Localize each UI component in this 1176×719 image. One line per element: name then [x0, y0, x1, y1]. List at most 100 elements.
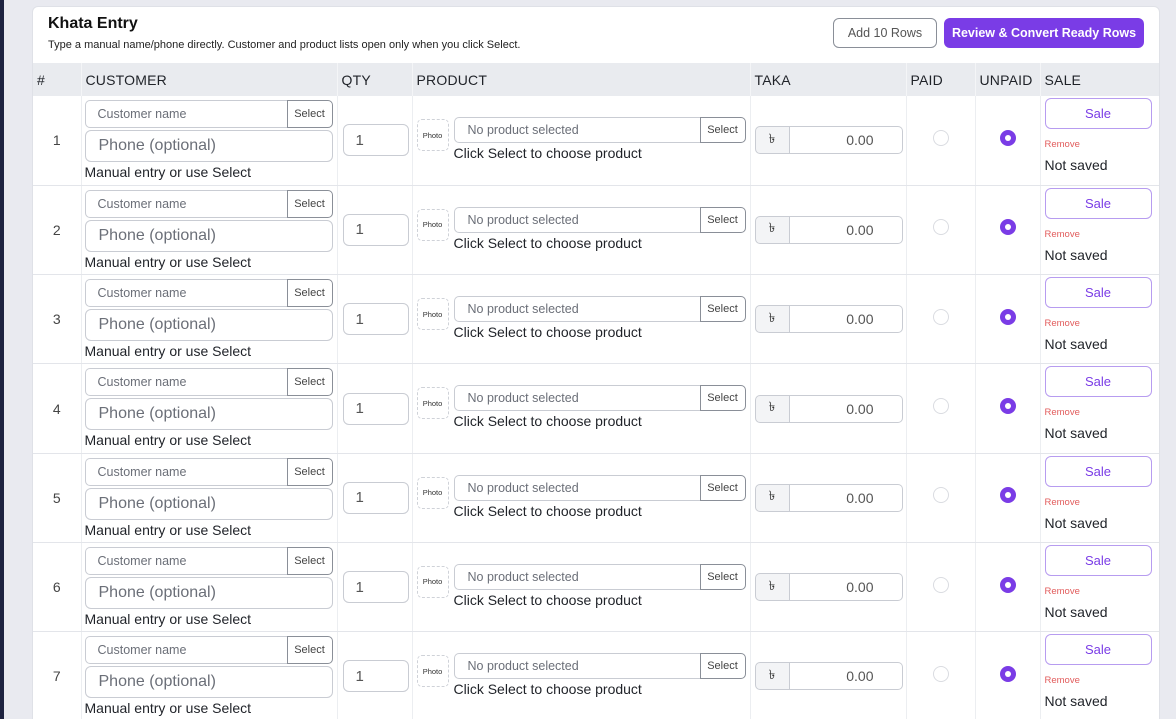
customer-name-input[interactable]: Customer name	[84, 189, 287, 218]
review-convert-button[interactable]: Review & Convert Ready Rows	[944, 18, 1144, 48]
taka-currency-icon: ৳	[754, 126, 790, 155]
customer-name-input[interactable]: Customer name	[84, 546, 287, 575]
taka-input[interactable]: 0.00	[789, 662, 903, 691]
qty-input[interactable]: 1	[342, 124, 409, 157]
table-row: 1 Customer name Select Phone (optional) …	[33, 96, 1159, 186]
product-input[interactable]: No product selected	[453, 296, 700, 323]
product-input[interactable]: No product selected	[453, 563, 700, 590]
customer-hint: Manual entry or use Select	[84, 343, 252, 360]
unpaid-radio[interactable]	[999, 487, 1016, 504]
row-number: 4	[33, 363, 82, 454]
customer-select-button[interactable]: Select	[286, 636, 333, 665]
customer-select-button[interactable]: Select	[286, 100, 333, 128]
sale-cell: Sale Remove Not saved	[1040, 542, 1159, 633]
phone-input[interactable]: Phone (optional)	[84, 576, 333, 609]
sale-button[interactable]: Sale	[1044, 187, 1152, 219]
remove-link[interactable]: Remove	[1045, 318, 1158, 329]
phone-input[interactable]: Phone (optional)	[84, 666, 333, 699]
paid-cell	[906, 185, 976, 276]
phone-input[interactable]: Phone (optional)	[84, 487, 333, 520]
product-select-button[interactable]: Select	[699, 474, 746, 501]
taka-input[interactable]: 0.00	[789, 126, 903, 155]
product-input[interactable]: No product selected	[453, 206, 700, 233]
product-select-group: No product selected Select	[453, 474, 746, 501]
phone-input[interactable]: Phone (optional)	[84, 130, 333, 162]
taka-input[interactable]: 0.00	[789, 215, 903, 244]
phone-input[interactable]: Phone (optional)	[84, 398, 333, 431]
product-select-button[interactable]: Select	[699, 296, 746, 323]
taka-currency-icon: ৳	[754, 305, 790, 334]
product-select-button[interactable]: Select	[699, 653, 746, 680]
qty-input[interactable]: 1	[342, 660, 409, 693]
remove-link[interactable]: Remove	[1045, 497, 1158, 508]
remove-link[interactable]: Remove	[1045, 139, 1158, 150]
product-input[interactable]: No product selected	[453, 117, 700, 143]
product-input[interactable]: No product selected	[453, 474, 700, 501]
sale-button[interactable]: Sale	[1044, 634, 1152, 666]
sale-button[interactable]: Sale	[1044, 277, 1152, 309]
unpaid-radio[interactable]	[999, 398, 1016, 415]
sale-button[interactable]: Sale	[1044, 366, 1152, 398]
unpaid-radio[interactable]	[999, 308, 1016, 325]
taka-input[interactable]: 0.00	[789, 483, 903, 512]
product-select-button[interactable]: Select	[699, 206, 746, 233]
customer-select-button[interactable]: Select	[286, 189, 333, 218]
paid-radio[interactable]	[932, 398, 949, 415]
product-input[interactable]: No product selected	[453, 385, 700, 412]
col-header-paid: PAID	[906, 63, 976, 96]
paid-radio[interactable]	[932, 487, 949, 504]
customer-name-input[interactable]: Customer name	[84, 636, 287, 665]
add-rows-button[interactable]: Add 10 Rows	[833, 18, 937, 48]
qty-input[interactable]: 1	[342, 481, 409, 514]
product-input[interactable]: No product selected	[453, 653, 700, 680]
product-select-group: No product selected Select	[453, 563, 746, 590]
product-select-button[interactable]: Select	[699, 117, 746, 143]
paid-cell	[906, 274, 976, 365]
unpaid-radio[interactable]	[999, 129, 1016, 146]
phone-input[interactable]: Phone (optional)	[84, 309, 333, 342]
paid-radio[interactable]	[932, 219, 949, 236]
qty-cell: 1	[337, 96, 413, 186]
taka-input[interactable]: 0.00	[789, 305, 903, 334]
customer-name-input[interactable]: Customer name	[84, 457, 287, 486]
qty-input[interactable]: 1	[342, 571, 409, 604]
taka-input[interactable]: 0.00	[789, 573, 903, 602]
remove-link[interactable]: Remove	[1045, 407, 1158, 418]
qty-input[interactable]: 1	[342, 392, 409, 425]
product-select-button[interactable]: Select	[699, 385, 746, 412]
unpaid-radio[interactable]	[999, 665, 1016, 682]
remove-link[interactable]: Remove	[1045, 229, 1158, 240]
phone-input[interactable]: Phone (optional)	[84, 219, 333, 252]
remove-link[interactable]: Remove	[1045, 586, 1158, 597]
customer-select-button[interactable]: Select	[286, 457, 333, 486]
customer-cell: Customer name Select Phone (optional) Ma…	[81, 453, 338, 543]
taka-currency-icon: ৳	[754, 483, 790, 512]
customer-select-button[interactable]: Select	[286, 279, 333, 308]
paid-radio[interactable]	[932, 665, 949, 682]
paid-radio[interactable]	[932, 576, 949, 593]
taka-input[interactable]: 0.00	[789, 394, 903, 423]
sale-button[interactable]: Sale	[1044, 455, 1152, 487]
taka-cell: ৳ 0.00	[750, 96, 907, 186]
qty-input[interactable]: 1	[342, 213, 409, 246]
remove-link[interactable]: Remove	[1045, 675, 1158, 686]
unpaid-cell	[975, 631, 1041, 719]
customer-select-button[interactable]: Select	[286, 546, 333, 575]
paid-radio[interactable]	[932, 129, 949, 146]
unpaid-radio[interactable]	[999, 576, 1016, 593]
unpaid-cell	[975, 542, 1041, 633]
sale-button[interactable]: Sale	[1044, 544, 1152, 576]
unpaid-radio[interactable]	[999, 219, 1016, 236]
product-cell: Photo No product selected Select Click S…	[412, 185, 751, 276]
sale-button[interactable]: Sale	[1044, 98, 1152, 129]
product-cell: Photo No product selected Select Click S…	[412, 96, 751, 186]
customer-name-input[interactable]: Customer name	[84, 368, 287, 397]
customer-name-input[interactable]: Customer name	[84, 279, 287, 308]
product-cell: Photo No product selected Select Click S…	[412, 453, 751, 543]
qty-input[interactable]: 1	[342, 303, 409, 336]
customer-name-input[interactable]: Customer name	[84, 100, 287, 128]
product-photo-placeholder: Photo	[416, 298, 449, 331]
paid-radio[interactable]	[932, 308, 949, 325]
customer-select-button[interactable]: Select	[286, 368, 333, 397]
product-select-button[interactable]: Select	[699, 563, 746, 590]
